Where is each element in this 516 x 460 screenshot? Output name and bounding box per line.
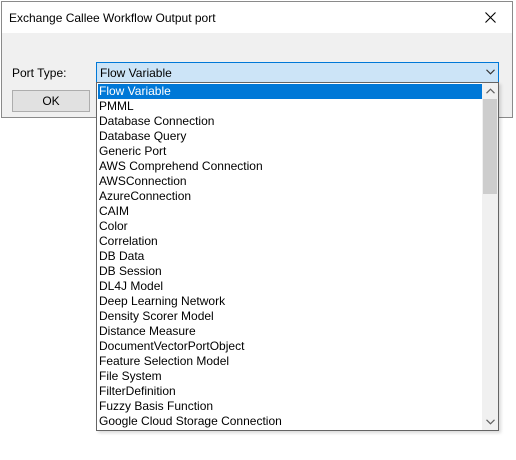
port-type-dropdown-list[interactable]: Flow Variable PMML Database Connection Data… — [96, 82, 499, 431]
dropdown-item[interactable]: Fuzzy Basis Function — [98, 399, 482, 414]
close-icon — [484, 12, 496, 23]
scrollbar-thumb[interactable] — [483, 99, 497, 194]
window-title: Exchange Callee Workflow Output port — [9, 11, 216, 25]
dropdown-item[interactable]: DB Data — [98, 249, 482, 264]
dropdown-item[interactable]: FilterDefinition — [98, 384, 482, 399]
port-type-combobox[interactable]: Flow Variable — [96, 62, 499, 83]
dropdown-items: Flow Variable PMML Database Connection Data… — [98, 84, 482, 429]
dropdown-item[interactable]: DocumentVectorPortObject — [98, 339, 482, 354]
port-type-label: Port Type: — [12, 66, 67, 80]
vertical-scrollbar[interactable] — [482, 83, 498, 430]
port-type-selected-value: Flow Variable — [100, 66, 172, 80]
dropdown-item[interactable]: Flow Variable — [98, 84, 482, 99]
dropdown-item[interactable]: Distance Measure — [98, 324, 482, 339]
dropdown-item[interactable]: Correlation — [98, 234, 482, 249]
dropdown-item[interactable]: Database Query — [98, 129, 482, 144]
dropdown-item[interactable]: DL4J Model — [98, 279, 482, 294]
dropdown-item[interactable]: AWS Comprehend Connection — [98, 159, 482, 174]
dropdown-item[interactable]: Generic Port — [98, 144, 482, 159]
dropdown-item[interactable]: Feature Selection Model — [98, 354, 482, 369]
scroll-down-button[interactable] — [482, 414, 498, 430]
dropdown-item[interactable]: Google Cloud Storage Connection — [98, 414, 482, 429]
title-bar: Exchange Callee Workflow Output port — [2, 2, 512, 33]
dropdown-item[interactable]: AWSConnection — [98, 174, 482, 189]
close-button[interactable] — [468, 2, 512, 33]
dropdown-item[interactable]: Database Connection — [98, 114, 482, 129]
dropdown-item[interactable]: Color — [98, 219, 482, 234]
dropdown-item[interactable]: PMML — [98, 99, 482, 114]
dropdown-item[interactable]: Deep Learning Network — [98, 294, 482, 309]
dropdown-item[interactable]: AzureConnection — [98, 189, 482, 204]
dropdown-item[interactable]: DB Session — [98, 264, 482, 279]
ok-button[interactable]: OK — [12, 90, 90, 112]
chevron-down-icon — [486, 69, 495, 75]
dropdown-item[interactable]: File System — [98, 369, 482, 384]
scroll-up-button[interactable] — [482, 83, 498, 99]
dropdown-item[interactable]: Density Scorer Model — [98, 309, 482, 324]
chevron-down-icon — [485, 419, 495, 425]
dropdown-item[interactable]: CAIM — [98, 204, 482, 219]
chevron-up-icon — [485, 88, 495, 94]
